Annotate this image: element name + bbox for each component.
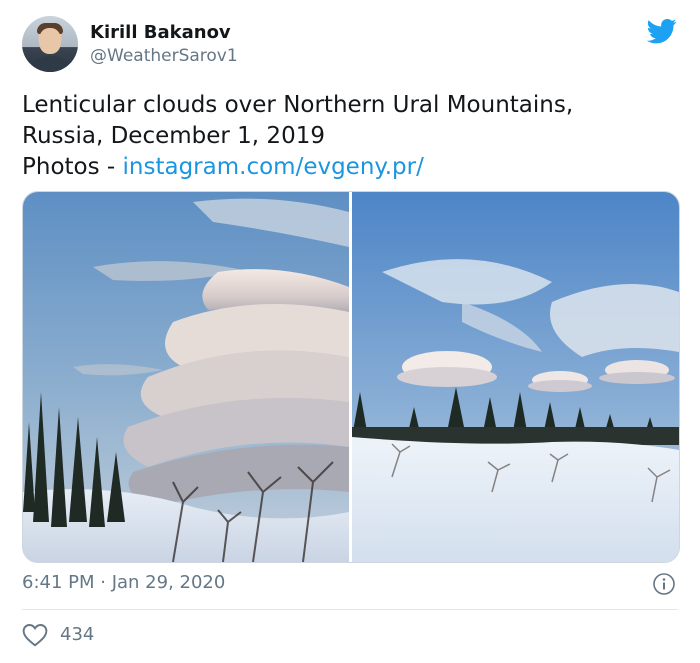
- photos-credit-label: Photos -: [22, 154, 123, 180]
- tweet-timestamp[interactable]: 6:41 PM · Jan 29, 2020: [22, 572, 225, 593]
- tweet-card: Kirill Bakanov @WeatherSarov1 Lenticular…: [0, 0, 700, 663]
- avatar-body: [28, 56, 72, 72]
- footer-divider: [22, 609, 678, 610]
- info-icon[interactable]: [652, 572, 676, 596]
- twitter-bird-icon[interactable]: [645, 16, 679, 46]
- tweet-text: Lenticular clouds over Northern Ural Mou…: [22, 90, 662, 183]
- like-count: 434: [60, 624, 95, 645]
- tweet-line-3: Photos - instagram.com/evgeny.pr/: [22, 152, 662, 183]
- tweet-line-2: Russia, December 1, 2019: [22, 123, 325, 149]
- heart-icon[interactable]: [22, 623, 48, 647]
- author-name[interactable]: Kirill Bakanov: [90, 22, 231, 43]
- instagram-link[interactable]: instagram.com/evgeny.pr/: [123, 154, 424, 180]
- author-handle[interactable]: @WeatherSarov1: [90, 46, 238, 66]
- media-grid: [22, 191, 680, 563]
- avatar[interactable]: [22, 16, 78, 72]
- lenticular-cloud-photo-left[interactable]: [23, 192, 349, 562]
- tweet-line-1: Lenticular clouds over Northern Ural Mou…: [22, 92, 574, 118]
- avatar-face: [39, 28, 61, 54]
- lenticular-cloud-photo-right[interactable]: [352, 192, 679, 562]
